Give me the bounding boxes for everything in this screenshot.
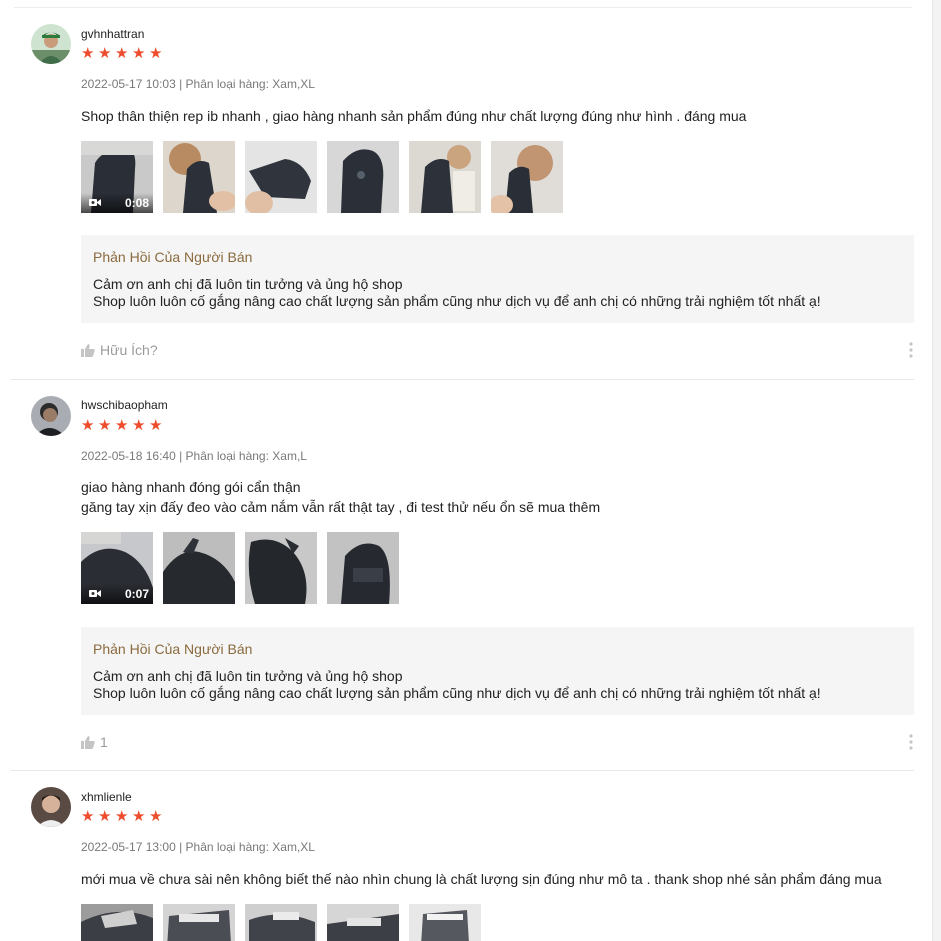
review-image-thumbnail[interactable] xyxy=(327,904,399,941)
review-meta: 2022-05-18 16:40 | Phân loại hàng: Xam,L xyxy=(81,449,307,463)
helpful-count: 1 xyxy=(100,734,108,750)
review-image-thumbnail[interactable] xyxy=(327,532,399,604)
star-icon: ★ xyxy=(149,45,163,62)
review-image-thumbnail[interactable] xyxy=(245,904,317,941)
review-content-line: Shop thân thiện rep ib nhanh , giao hàng… xyxy=(81,108,747,124)
star-icon: ★ xyxy=(132,417,146,434)
review-image-thumbnail[interactable] xyxy=(245,532,317,604)
star-icon: ★ xyxy=(132,808,146,825)
review-divider xyxy=(11,770,914,771)
video-camera-icon xyxy=(89,590,101,597)
review-meta: 2022-05-17 13:00 | Phân loại hàng: Xam,X… xyxy=(81,840,315,854)
seller-reply: Phản Hồi Của Người Bán Cảm ơn anh chị đã… xyxy=(81,627,914,715)
reviewer-username[interactable]: gvhnhattran xyxy=(81,27,144,41)
review-image-thumbnail[interactable] xyxy=(163,532,235,604)
star-icon: ★ xyxy=(149,417,163,434)
star-icon: ★ xyxy=(115,45,129,62)
review-media xyxy=(81,904,481,941)
video-duration-badge: 0:08 xyxy=(81,193,153,213)
review-image-thumbnail[interactable] xyxy=(409,141,481,213)
video-duration-badge: 0:07 xyxy=(81,584,153,604)
seller-reply-title: Phản Hồi Của Người Bán xyxy=(93,641,253,657)
seller-reply-text: Cảm ơn anh chị đã luôn tin tưởng và ủng … xyxy=(93,276,821,310)
review-media: 0:07 xyxy=(81,532,399,604)
rating-stars: ★ ★ ★ ★ ★ xyxy=(81,808,165,825)
avatar[interactable] xyxy=(31,396,71,436)
review-image-thumbnail[interactable] xyxy=(163,904,235,941)
star-icon: ★ xyxy=(115,808,129,825)
review-meta: 2022-05-17 10:03 | Phân loại hàng: Xam,X… xyxy=(81,77,315,91)
review-image-thumbnail[interactable] xyxy=(81,904,153,941)
star-icon: ★ xyxy=(149,808,163,825)
top-divider xyxy=(14,7,912,8)
reviewer-username[interactable]: hwschibaopham xyxy=(81,398,168,412)
star-icon: ★ xyxy=(115,417,129,434)
rating-stars: ★ ★ ★ ★ ★ xyxy=(81,417,165,434)
review-image-thumbnail[interactable] xyxy=(163,141,235,213)
thumbs-up-icon xyxy=(81,344,95,357)
seller-reply: Phản Hồi Của Người Bán Cảm ơn anh chị đã… xyxy=(81,235,914,323)
seller-reply-line: Cảm ơn anh chị đã luôn tin tưởng và ủng … xyxy=(93,276,403,292)
video-duration: 0:08 xyxy=(124,196,149,210)
review-content-line: mới mua về chưa sài nên không biết thế n… xyxy=(81,871,882,887)
review-content-line: găng tay xịn đấy đeo vào cảm nắm vẫn rất… xyxy=(81,499,601,515)
reviewer-username[interactable]: xhmlienle xyxy=(81,790,132,804)
star-icon: ★ xyxy=(98,808,112,825)
review-content: mới mua về chưa sài nên không biết thế n… xyxy=(81,869,882,889)
review-media: 0:08 xyxy=(81,141,563,213)
video-camera-icon xyxy=(89,199,101,206)
thumbs-up-icon xyxy=(81,736,95,749)
seller-reply-line: Shop luôn luôn cố gắng nâng cao chất lượ… xyxy=(93,685,821,701)
review-content-line: giao hàng nhanh đóng gói cẩn thận xyxy=(81,479,301,495)
page-scrollbar[interactable] xyxy=(932,0,941,941)
star-icon: ★ xyxy=(81,417,95,434)
review-image-thumbnail[interactable] xyxy=(409,904,481,941)
star-icon: ★ xyxy=(81,45,95,62)
star-icon: ★ xyxy=(98,45,112,62)
review-content: Shop thân thiện rep ib nhanh , giao hàng… xyxy=(81,106,746,126)
review-image-thumbnail[interactable] xyxy=(245,141,317,213)
seller-reply-line: Cảm ơn anh chị đã luôn tin tưởng và ủng … xyxy=(93,668,403,684)
avatar[interactable] xyxy=(31,787,71,827)
helpful-label: Hữu Ích? xyxy=(100,342,158,358)
more-options-icon[interactable] xyxy=(906,342,916,358)
more-options-icon[interactable] xyxy=(906,734,916,750)
review-divider xyxy=(11,379,914,380)
avatar[interactable] xyxy=(31,24,71,64)
review-image-thumbnail[interactable] xyxy=(327,141,399,213)
seller-reply-title: Phản Hồi Của Người Bán xyxy=(93,249,253,265)
review-video-thumbnail[interactable]: 0:07 xyxy=(81,532,153,604)
helpful-button[interactable]: Hữu Ích? xyxy=(81,342,158,358)
review-video-thumbnail[interactable]: 0:08 xyxy=(81,141,153,213)
video-duration: 0:07 xyxy=(124,587,149,601)
star-icon: ★ xyxy=(132,45,146,62)
review-content: giao hàng nhanh đóng gói cẩn thận găng t… xyxy=(81,477,600,517)
helpful-button[interactable]: 1 xyxy=(81,734,108,750)
rating-stars: ★ ★ ★ ★ ★ xyxy=(81,45,165,62)
review-image-thumbnail[interactable] xyxy=(491,141,563,213)
star-icon: ★ xyxy=(98,417,112,434)
seller-reply-text: Cảm ơn anh chị đã luôn tin tưởng và ủng … xyxy=(93,668,821,702)
star-icon: ★ xyxy=(81,808,95,825)
seller-reply-line: Shop luôn luôn cố gắng nâng cao chất lượ… xyxy=(93,293,821,309)
